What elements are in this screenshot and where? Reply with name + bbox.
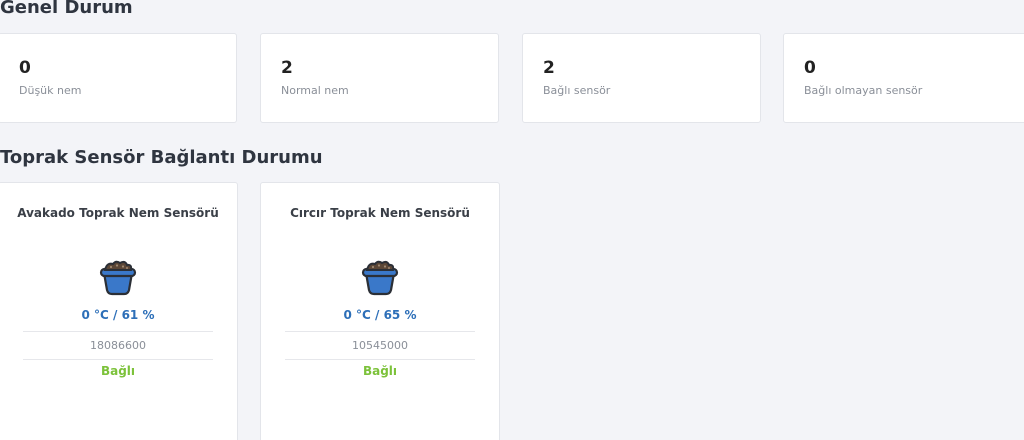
plant-pot-icon: [361, 260, 399, 296]
sensor-status-title: Toprak Sensör Bağlantı Durumu: [0, 147, 323, 168]
dashboard-page: Genel Durum 0 Düşük nem 2 Normal nem 2 B…: [0, 0, 1024, 440]
stat-label: Bağlı sensör: [543, 84, 611, 97]
overview-title: Genel Durum: [0, 0, 133, 18]
sensor-reading: 0 °C / 65 %: [343, 308, 417, 322]
divider: [23, 331, 213, 332]
stat-value: 2: [281, 58, 293, 78]
sensor-card-circir[interactable]: Cırcır Toprak Nem Sensörü 0 °C / 65 % 10…: [260, 182, 500, 440]
stat-value: 0: [19, 58, 31, 78]
divider: [285, 359, 475, 360]
sensor-id: 10545000: [352, 339, 408, 352]
plant-pot-icon: [99, 260, 137, 296]
sensor-name: Cırcır Toprak Nem Sensörü: [290, 206, 470, 220]
sensor-reading: 0 °C / 61 %: [81, 308, 155, 322]
stat-value: 0: [804, 58, 816, 78]
stat-card-low-moisture: 0 Düşük nem: [0, 33, 237, 123]
sensor-status: Bağlı: [362, 364, 398, 378]
stat-label: Düşük nem: [19, 84, 82, 97]
stat-card-connected-sensors: 2 Bağlı sensör: [522, 33, 761, 123]
stat-card-normal-moisture: 2 Normal nem: [260, 33, 499, 123]
stat-card-disconnected-sensors: 0 Bağlı olmayan sensör: [783, 33, 1024, 123]
sensor-id: 18086600: [90, 339, 146, 352]
divider: [285, 331, 475, 332]
stat-label: Bağlı olmayan sensör: [804, 84, 923, 97]
sensor-card-avakado[interactable]: Avakado Toprak Nem Sensörü 0 °C / 61 % 1…: [0, 182, 238, 440]
divider: [23, 359, 213, 360]
sensor-name: Avakado Toprak Nem Sensörü: [17, 206, 219, 220]
stat-value: 2: [543, 58, 555, 78]
sensor-status: Bağlı: [100, 364, 136, 378]
stat-label: Normal nem: [281, 84, 349, 97]
